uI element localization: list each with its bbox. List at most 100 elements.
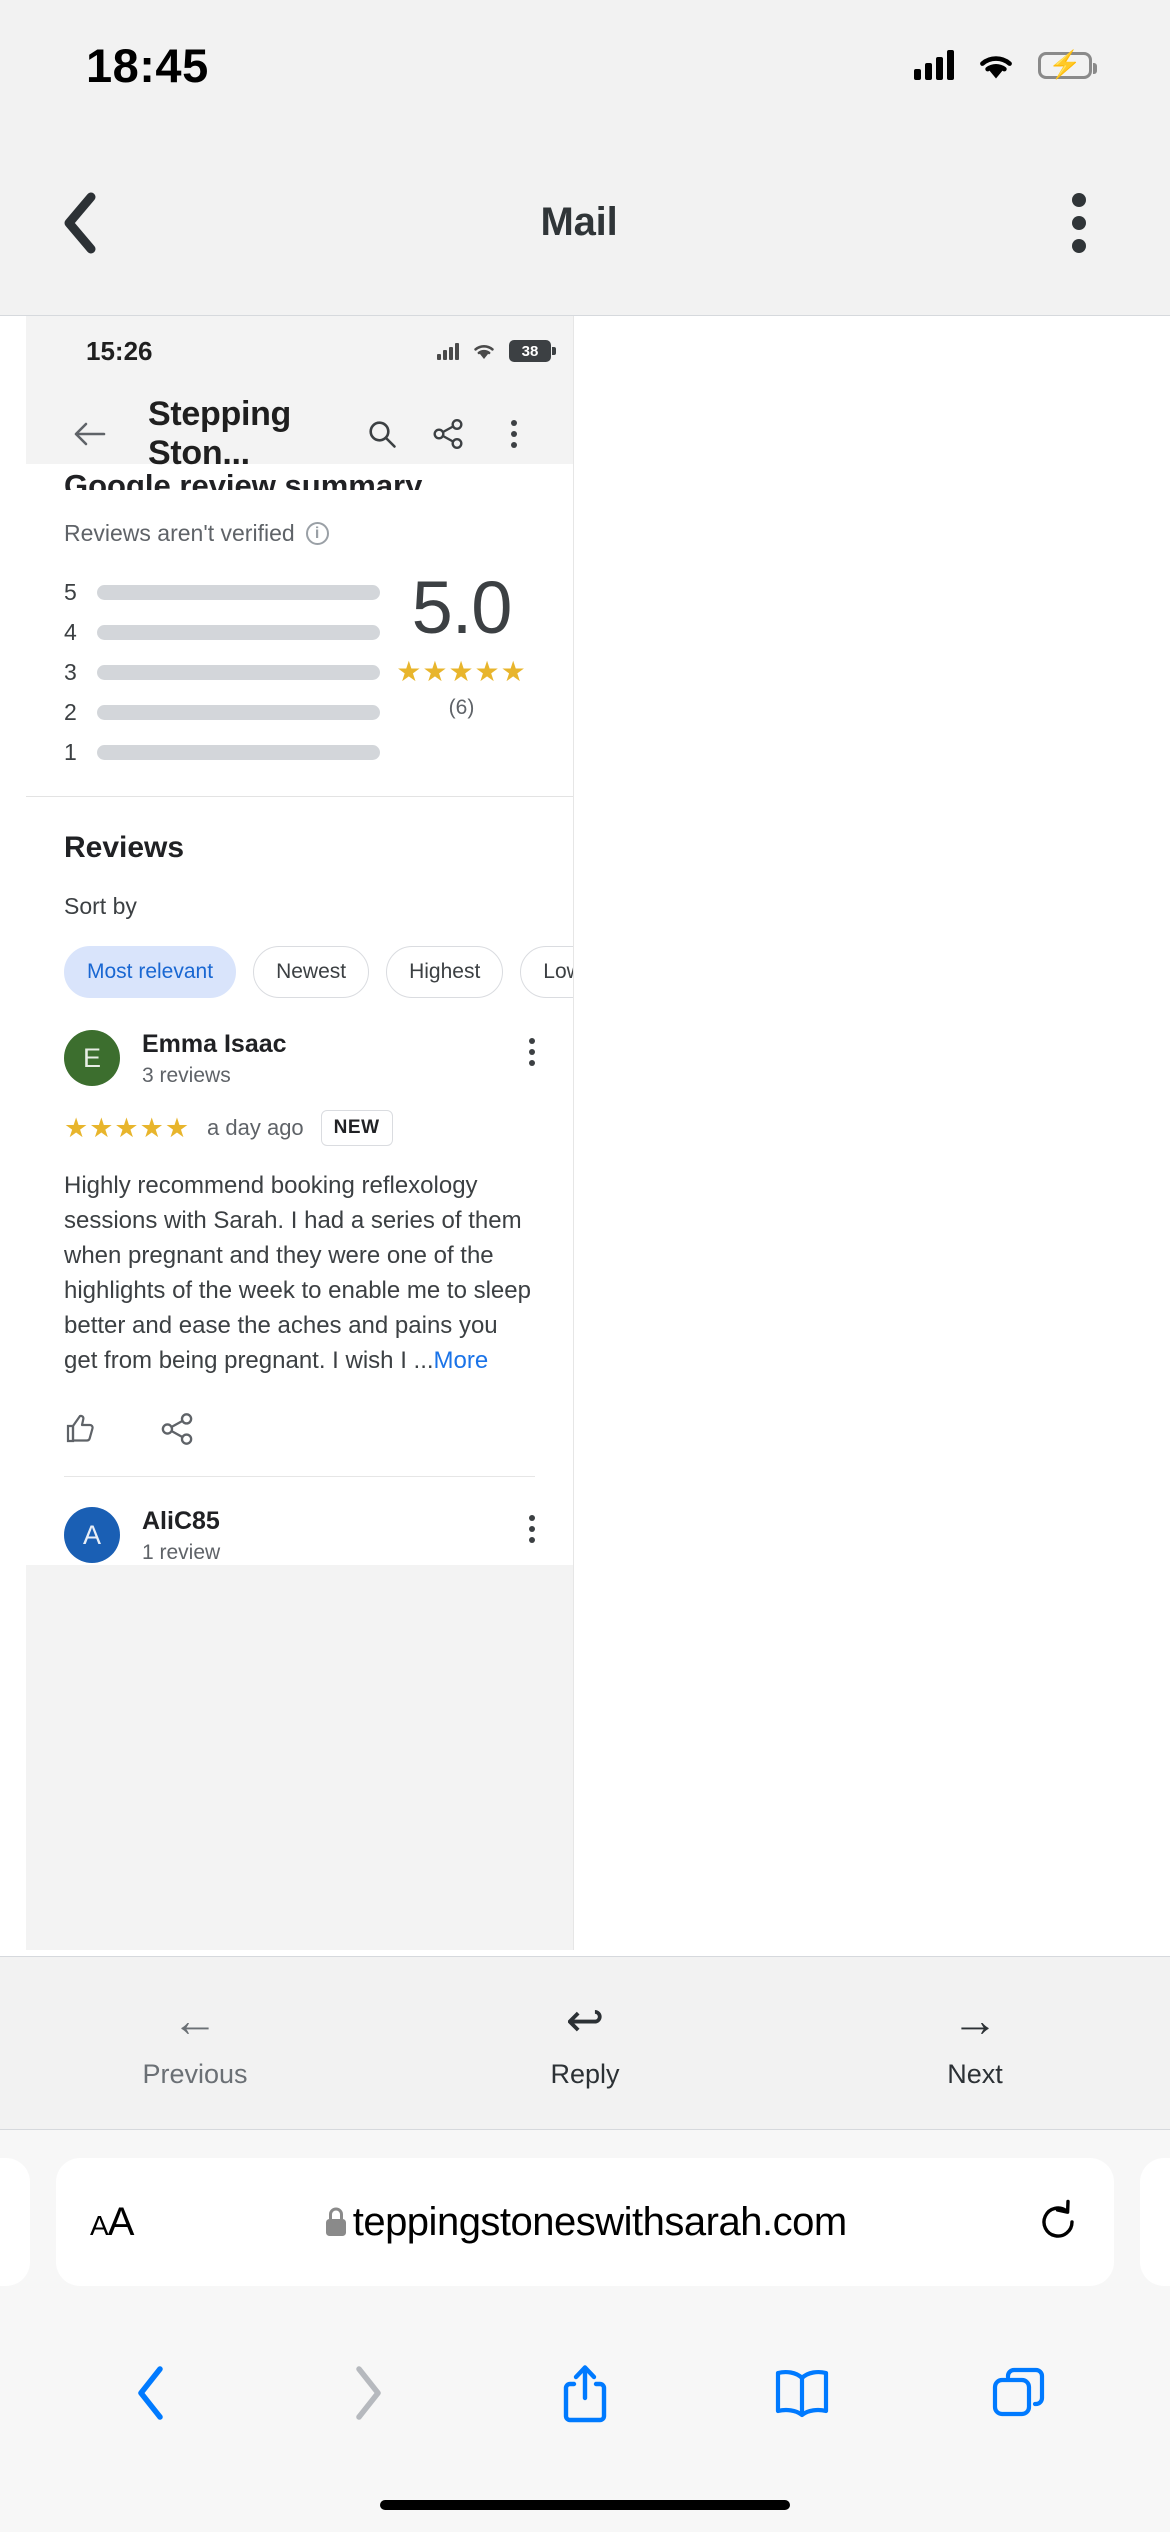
reload-button[interactable] xyxy=(1036,2199,1080,2245)
share-icon xyxy=(433,418,463,450)
histogram-track xyxy=(97,585,380,600)
reply-icon: ↩ xyxy=(565,1993,605,2046)
browser-menu-button[interactable] xyxy=(481,420,547,448)
read-more-link[interactable]: More xyxy=(434,1347,489,1374)
histogram-track xyxy=(97,625,380,640)
score-count: (6) xyxy=(448,696,475,720)
summary-heading: Google review summary xyxy=(64,468,423,490)
url-display[interactable]: teppingstoneswithsarah.com xyxy=(133,2200,1036,2245)
browser-back-button[interactable] xyxy=(72,420,122,448)
mail-nav-bar: Mail xyxy=(0,130,1170,316)
review-body: Highly recommend booking reflexology ses… xyxy=(64,1172,531,1375)
web-page-content: Google review summary Reviews aren't ver… xyxy=(26,464,573,1566)
histogram-row: 3 xyxy=(64,659,380,686)
email-body: 15:26 38 Stepping Ston... Google review … xyxy=(0,316,1170,1956)
address-bar[interactable]: AA teppingstoneswithsarah.com xyxy=(56,2158,1114,2286)
back-button[interactable] xyxy=(44,188,114,258)
thumbs-up-icon[interactable] xyxy=(64,1412,98,1446)
reviews-heading: Reviews xyxy=(64,831,185,864)
arrow-left-icon xyxy=(74,422,106,446)
share-button[interactable] xyxy=(476,2362,693,2424)
review-timestamp: a day ago xyxy=(207,1115,304,1140)
search-button[interactable] xyxy=(349,418,415,450)
review-header: E Emma Isaac 3 reviews xyxy=(64,1030,535,1088)
reply-label: Reply xyxy=(550,2058,620,2089)
url-text: teppingstoneswithsarah.com xyxy=(352,2199,847,2244)
reviews-section: Reviews Sort by Most relevant Newest Hig… xyxy=(26,797,573,1566)
verified-note-text: Reviews aren't verified xyxy=(64,520,295,546)
battery-icon: 38 xyxy=(509,340,556,362)
histogram-row: 4 xyxy=(64,619,380,646)
histogram-label: 5 xyxy=(64,579,77,605)
rating-histogram: 5 4 3 2 1 5.0 ★★★★★ (6) xyxy=(64,566,535,766)
author-name: AliC85 xyxy=(142,1507,220,1536)
histogram-label: 3 xyxy=(64,659,77,685)
url-row: AA teppingstoneswithsarah.com xyxy=(0,2158,1170,2286)
page-title: Mail xyxy=(540,200,618,244)
more-vertical-icon[interactable] xyxy=(529,1507,535,1544)
next-label: Next xyxy=(947,2058,1003,2089)
tabs-icon xyxy=(993,2367,1045,2417)
safari-tab-bar xyxy=(0,2318,1170,2468)
wifi-icon xyxy=(472,342,496,360)
share-button[interactable] xyxy=(415,418,481,450)
sort-chip-highest[interactable]: Highest xyxy=(386,946,504,998)
text-size-button[interactable]: AA xyxy=(90,2200,134,2245)
avatar: A xyxy=(64,1507,120,1564)
more-vertical-icon[interactable] xyxy=(1044,188,1114,258)
histogram-label: 1 xyxy=(64,739,77,765)
attached-screenshot[interactable]: 15:26 38 Stepping Ston... Google review … xyxy=(26,316,574,1950)
previous-button[interactable]: ← Previous xyxy=(0,1997,390,2090)
mail-bottom-toolbar: ← Previous ↩ Reply → Next xyxy=(0,1956,1170,2130)
safari-bottom-bar: AA teppingstoneswithsarah.com xyxy=(0,2130,1170,2532)
info-icon[interactable]: i xyxy=(305,522,329,545)
review-header: A AliC85 1 review xyxy=(64,1507,535,1565)
overall-score: 5.0 ★★★★★ (6) xyxy=(380,566,535,720)
forward-chevron-icon xyxy=(356,2366,381,2420)
browser-back-button[interactable] xyxy=(42,2363,259,2423)
sort-by-label: Sort by xyxy=(64,893,137,919)
histogram-track xyxy=(97,745,380,760)
histogram-row: 2 xyxy=(64,699,380,726)
lock-icon xyxy=(323,2206,349,2238)
bookmarks-button[interactable] xyxy=(694,2367,911,2419)
score-value: 5.0 xyxy=(411,566,513,649)
avatar: E xyxy=(64,1030,120,1086)
sort-chip-most-relevant[interactable]: Most relevant xyxy=(64,946,237,998)
author-review-count: 3 reviews xyxy=(142,1064,231,1087)
cellular-signal-icon xyxy=(437,342,459,360)
sort-chip-newest[interactable]: Newest xyxy=(253,946,370,998)
chevron-left-icon xyxy=(64,192,96,253)
histogram-track xyxy=(97,705,380,720)
histogram-row: 1 xyxy=(64,739,380,766)
share-icon[interactable] xyxy=(160,1412,194,1446)
status-bar-icons: ⚡ xyxy=(914,50,1097,80)
more-vertical-icon xyxy=(511,420,517,448)
search-icon xyxy=(369,421,396,448)
embedded-clock: 15:26 xyxy=(86,335,153,366)
arrow-right-icon: → xyxy=(952,1993,998,2046)
author-review-count: 1 review xyxy=(142,1541,221,1565)
review-item: E Emma Isaac 3 reviews ★★★★★ a day ago N… xyxy=(64,998,535,1478)
browser-page-title: Stepping Ston... xyxy=(148,395,292,472)
tabs-button[interactable] xyxy=(911,2365,1128,2421)
tab-peek-left[interactable] xyxy=(0,2158,30,2286)
status-badge: NEW xyxy=(320,1110,393,1146)
review-item: A AliC85 1 review xyxy=(64,1477,535,1565)
phone-screen: 18:45 ⚡ Mail 15:26 38 Stepping Ston... G… xyxy=(0,0,1170,2532)
previous-label: Previous xyxy=(142,2058,248,2089)
reply-button[interactable]: ↩ Reply xyxy=(390,1997,780,2090)
cellular-signal-icon xyxy=(914,50,954,80)
arrow-left-icon: ← xyxy=(172,1993,218,2046)
histogram-label: 2 xyxy=(64,699,77,725)
sort-chip-lowest[interactable]: Lowest xyxy=(520,946,573,998)
status-bar-clock: 18:45 xyxy=(86,38,209,92)
histogram-label: 4 xyxy=(64,619,77,645)
histogram-row: 5 xyxy=(64,579,380,606)
histogram-track xyxy=(97,665,380,680)
tab-peek-right[interactable] xyxy=(1140,2158,1170,2286)
more-vertical-icon[interactable] xyxy=(529,1030,535,1066)
browser-forward-button[interactable] xyxy=(259,2363,476,2423)
next-button[interactable]: → Next xyxy=(780,1997,1170,2090)
ios-status-bar: 18:45 ⚡ xyxy=(0,0,1170,130)
